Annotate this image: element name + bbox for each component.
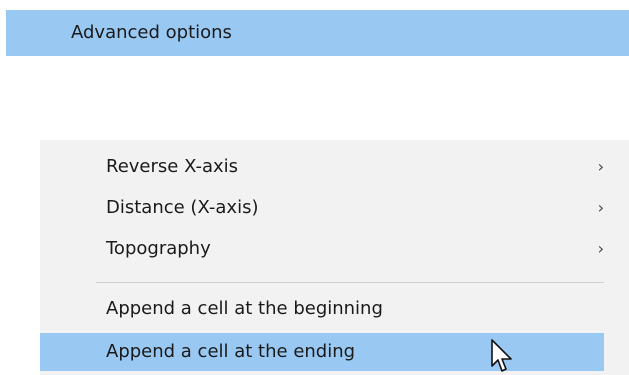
menu-item-label: Distance (X-axis) <box>106 197 259 218</box>
menu-item-append-cell-beginning[interactable]: Append a cell at the beginning <box>96 289 604 331</box>
menu-item-label: Append a cell at the beginning <box>106 298 383 319</box>
menu-separator <box>96 282 604 283</box>
context-menu-screen: Advanced options › Reverse X-axis › Dist… <box>0 0 629 375</box>
menu-item-append-cell-ending[interactable]: Append a cell at the ending <box>40 333 604 371</box>
menu-item-label: Append a cell at the ending <box>106 341 356 362</box>
menu-item-label: Advanced options <box>71 22 232 43</box>
menu-item-distance-x-axis[interactable]: Distance (X-axis) › <box>96 188 604 230</box>
mouse-pointer-icon <box>491 339 512 372</box>
menu-item-topography[interactable]: Topography › <box>96 229 604 271</box>
chevron-right-icon: › <box>597 157 604 176</box>
menu-item-label: Reverse X-axis <box>106 156 239 177</box>
chevron-right-icon: › <box>597 239 604 258</box>
menu-item-advanced-options[interactable]: Advanced options › <box>6 10 629 56</box>
menu-item-reverse-x-axis[interactable]: Reverse X-axis › <box>96 147 604 189</box>
chevron-right-icon: › <box>597 198 604 217</box>
menu-item-label: Topography <box>106 238 211 259</box>
submenu: Reverse X-axis › Distance (X-axis) › Top… <box>40 140 629 375</box>
